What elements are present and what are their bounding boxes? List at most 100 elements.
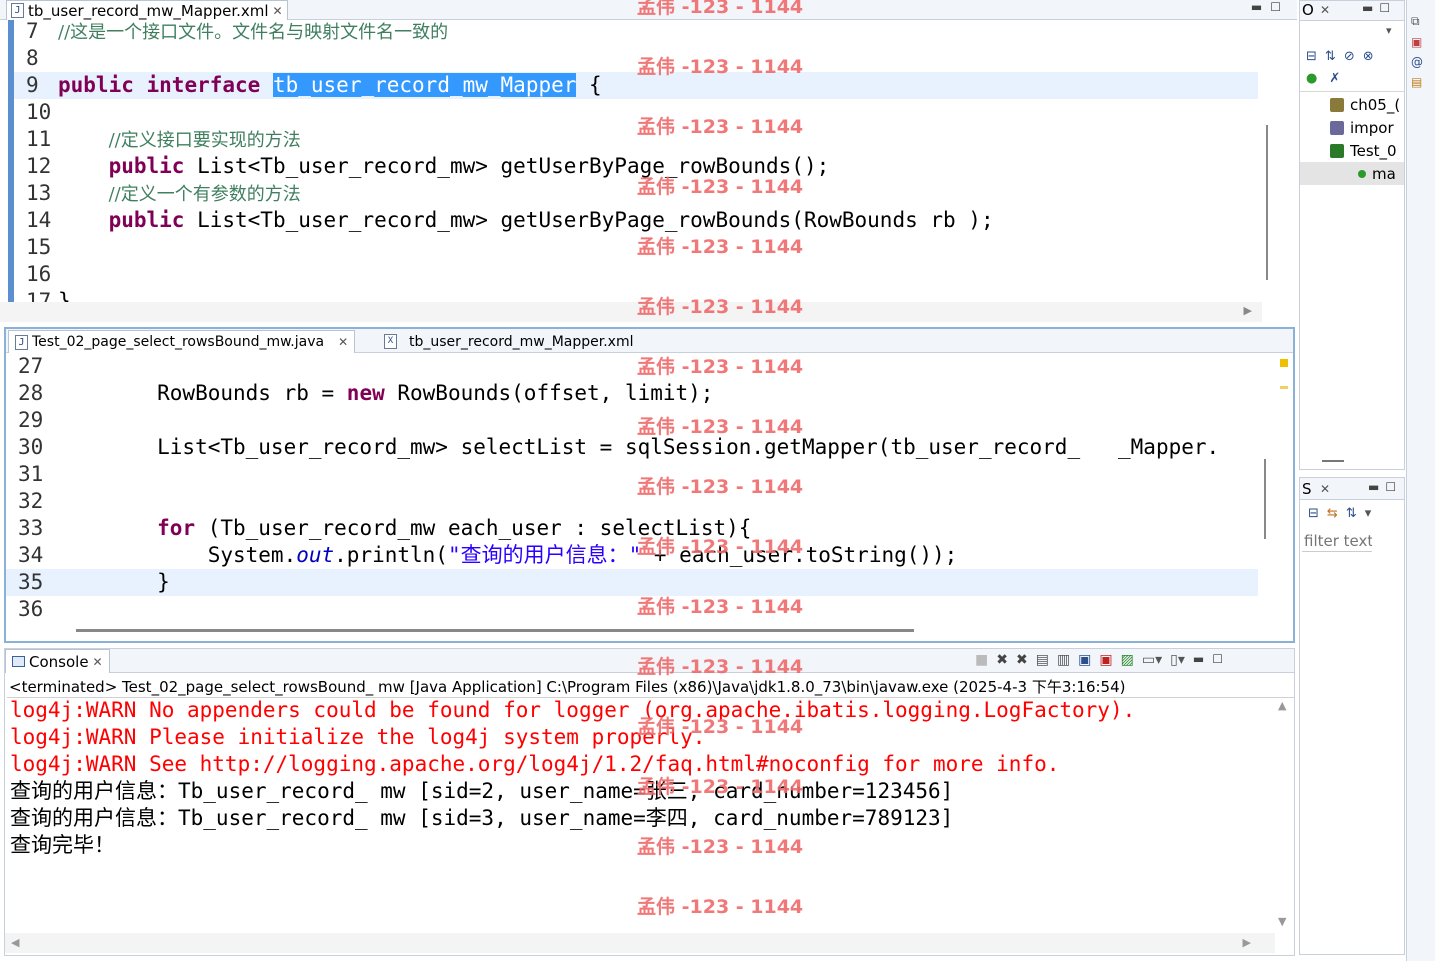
view-menu-icon[interactable]: ▾ — [1365, 506, 1372, 521]
console-toolbar: ■ ✖ ✖ ▤ ▥ ▣ ▣ ▨ ▭▾ ▯▾ ▬☐ — [975, 652, 1231, 668]
code-line[interactable]: 30 List<Tb_user_record_mw> selectList = … — [6, 434, 1258, 461]
code-line[interactable]: 7 //这是一个接口文件。文件名与映射文件名一致的 — [14, 18, 1258, 45]
minimize-icon[interactable]: ▬ — [1362, 1, 1379, 15]
tab-test-java[interactable]: J Test_02_page_select_rowsBound_mw.java … — [8, 330, 356, 353]
scrollbar-thumb[interactable] — [1264, 459, 1266, 539]
line-number: 34 — [18, 543, 44, 567]
code-line[interactable]: 35 } — [6, 569, 1258, 596]
scroll-up-icon[interactable]: ▲ — [1278, 699, 1286, 712]
javadoc-view-icon[interactable]: @ — [1411, 55, 1423, 69]
minimize-icon[interactable]: ▬ — [1368, 480, 1385, 494]
warning-marker[interactable] — [1280, 359, 1288, 367]
maximize-icon[interactable]: ☐ — [1385, 480, 1402, 494]
java-editor-panel: J Test_02_page_select_rowsBound_mw.java … — [4, 327, 1295, 643]
close-icon[interactable]: ✕ — [93, 655, 103, 669]
code-line[interactable]: 32 — [6, 488, 1258, 515]
console-icon — [12, 656, 25, 667]
tab-search[interactable]: S — [1302, 480, 1312, 498]
search-panel: S ✕ ▬☐ ⊟ ⇆ ⇅ ▾ — [1299, 477, 1405, 955]
code-line[interactable]: 11 //定义接口要实现的方法 — [14, 126, 1258, 153]
code-line[interactable]: 29 — [6, 407, 1258, 434]
declaration-view-icon[interactable]: ▤ — [1411, 75, 1423, 89]
tab-outline[interactable]: O — [1302, 1, 1314, 19]
remove-launch-icon[interactable]: ✖ — [996, 652, 1008, 668]
open-console-icon[interactable]: ▯▾ — [1170, 652, 1185, 668]
java-code-area[interactable]: 27 28 RowBounds rb = new RowBounds(offset… — [6, 353, 1258, 623]
clear-console-icon[interactable]: ▤ — [1036, 652, 1049, 668]
console-output[interactable]: log4j:WARN No appenders could be found f… — [10, 697, 1275, 932]
pin-console-icon[interactable]: ▨ — [1121, 652, 1134, 668]
code-line[interactable]: 34 System.out.println("查询的用户信息：" + each_… — [6, 542, 1258, 569]
editor-overview-ruler[interactable] — [1276, 353, 1293, 623]
tab-console[interactable]: Console ✕ — [5, 649, 110, 673]
code-token: + each_user.toString()); — [641, 543, 958, 567]
code-token: //定义一个有参数的方法 — [108, 184, 301, 205]
code-line[interactable]: 15 — [14, 234, 1258, 261]
minimize-icon[interactable]: ▬ — [1193, 652, 1212, 666]
sort-icon[interactable]: ⇅ — [1346, 506, 1357, 521]
outline-item[interactable]: impor — [1300, 116, 1404, 139]
code-line[interactable]: 12 public List<Tb_user_record_mw> getUse… — [14, 153, 1258, 180]
code-line[interactable]: 8 — [14, 45, 1258, 72]
minimize-icon[interactable]: ▬ — [1251, 0, 1270, 14]
scrollbar-thumb[interactable] — [1266, 125, 1268, 280]
horizontal-scrollbar-thumb[interactable] — [76, 629, 914, 632]
editor-vertical-scrollbar[interactable] — [1262, 20, 1297, 302]
display-console-icon[interactable]: ▭▾ — [1142, 652, 1162, 668]
scroll-right-icon[interactable]: ▶ — [1243, 936, 1251, 949]
outline-item-label: ma — [1372, 164, 1396, 183]
code-line[interactable]: 10 — [14, 99, 1258, 126]
code-line[interactable]: 14 public List<Tb_user_record_mw> getUse… — [14, 207, 1258, 234]
code-line[interactable]: 33 for (Tb_user_record_mw each_user : se… — [6, 515, 1258, 542]
terminate-icon[interactable]: ■ — [975, 652, 988, 668]
outline-item[interactable]: Test_0 — [1300, 139, 1404, 162]
show-on-stdout-icon[interactable]: ▣ — [1078, 652, 1091, 668]
close-icon[interactable]: ✕ — [273, 4, 283, 18]
code-line[interactable]: 27 — [6, 353, 1258, 380]
occurrence-marker[interactable] — [1280, 386, 1288, 389]
hide-static-icon[interactable]: ⊗ — [1363, 49, 1374, 64]
tab-console-label: Console — [29, 652, 89, 671]
code-line[interactable]: 28 RowBounds rb = new RowBounds(offset, … — [6, 380, 1258, 407]
close-icon[interactable]: ✕ — [338, 335, 348, 349]
console-vertical-scrollbar[interactable]: ▲ ▼ — [1275, 697, 1293, 937]
tab-mapper-xml[interactable]: J tb_user_record_mw_Mapper.xml ✕ — [6, 0, 288, 20]
hide-fields-icon[interactable]: ⊘ — [1344, 49, 1355, 64]
code-line[interactable]: 31 — [6, 461, 1258, 488]
scroll-down-icon[interactable]: ▼ — [1278, 915, 1286, 928]
code-line[interactable]: 9 public interface tb_user_record_mw_Mapp… — [14, 72, 1258, 99]
maximize-icon[interactable]: ☐ — [1379, 1, 1396, 15]
code-line[interactable]: 17} — [14, 288, 1258, 302]
mapper-code-area[interactable]: 7 //这是一个接口文件。文件名与映射文件名一致的 8 9 public interfa… — [14, 18, 1258, 302]
hide-local-types-icon[interactable]: ✗ — [1329, 71, 1340, 86]
hide-nonpublic-icon[interactable]: ● — [1306, 71, 1317, 86]
close-icon[interactable]: ✕ — [1320, 3, 1330, 17]
restore-icon[interactable]: ⧉ — [1411, 14, 1423, 29]
show-on-stderr-icon[interactable]: ▣ — [1099, 652, 1112, 668]
remove-all-icon[interactable]: ✖ — [1016, 652, 1028, 668]
outline-item[interactable]: ch05_( — [1300, 93, 1404, 116]
collapse-all-icon[interactable]: ⊟ — [1306, 49, 1317, 64]
collapse-all-icon[interactable]: ⊟ — [1308, 506, 1319, 521]
view-menu-icon[interactable]: ▾ — [1386, 24, 1392, 37]
link-editor-icon[interactable]: ⇆ — [1327, 506, 1338, 521]
scroll-right-icon[interactable]: ▶ — [1244, 304, 1252, 317]
code-line[interactable]: 13 //定义一个有参数的方法 — [14, 180, 1258, 207]
editor-horizontal-scrollbar[interactable]: ▶ — [0, 302, 1262, 322]
code-line[interactable]: 16 — [14, 261, 1258, 288]
tab-mapper-xml-inactive[interactable]: X tb_user_record_mw_Mapper.xml — [378, 330, 640, 353]
problems-view-icon[interactable]: ▣ — [1411, 35, 1423, 49]
maximize-icon[interactable]: ☐ — [1212, 652, 1231, 666]
close-icon[interactable]: ✕ — [1320, 482, 1330, 496]
filter-text-input[interactable] — [1302, 530, 1372, 552]
scroll-left-icon[interactable]: ◀ — [11, 936, 19, 949]
console-horizontal-scrollbar[interactable]: ◀ ▶ — [5, 933, 1275, 953]
code-line[interactable]: 36 — [6, 596, 1258, 623]
line-number: 16 — [26, 262, 52, 286]
panel-resize-handle[interactable] — [1322, 460, 1344, 462]
scroll-lock-icon[interactable]: ▥ — [1057, 652, 1070, 668]
sort-icon[interactable]: ⇅ — [1325, 49, 1336, 64]
outline-item[interactable]: ma — [1300, 162, 1404, 185]
maximize-icon[interactable]: ☐ — [1270, 0, 1289, 14]
